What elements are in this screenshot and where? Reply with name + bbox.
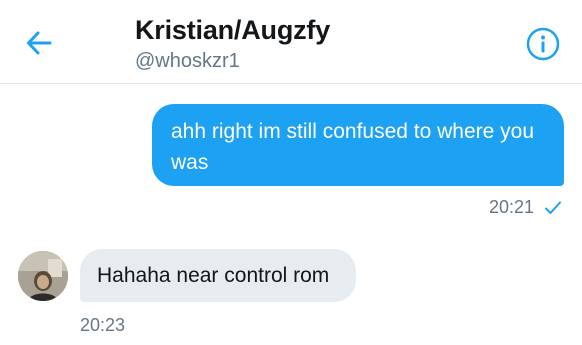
back-button[interactable] (22, 26, 56, 60)
contact-name: Kristian/Augzfy (135, 15, 331, 45)
arrow-left-icon (27, 31, 52, 55)
avatar[interactable] (18, 251, 68, 301)
message-timestamp: 20:21 (488, 197, 534, 217)
outgoing-message-meta: 20:21 (489, 197, 562, 218)
dm-conversation-screen: Kristian/Augzfy @whoskzr1 ahh right im s… (0, 0, 582, 345)
conversation-title-block[interactable]: Kristian/Augzfy @whoskzr1 (135, 14, 330, 74)
conversation-header: Kristian/Augzfy @whoskzr1 (0, 0, 582, 84)
incoming-message-timestamp: 20:23 (80, 315, 126, 335)
message-text: ahh right im still confused to where you… (171, 120, 535, 174)
info-icon (526, 27, 560, 61)
incoming-message-bubble[interactable]: Hahaha near control rom (80, 249, 356, 302)
conversation-info-button[interactable] (526, 27, 560, 61)
message-text: Hahaha near control rom (97, 264, 330, 287)
contact-handle: @whoskzr1 (135, 50, 240, 72)
outgoing-message-bubble[interactable]: ahh right im still confused to where you… (152, 104, 564, 186)
check-icon (544, 200, 562, 216)
